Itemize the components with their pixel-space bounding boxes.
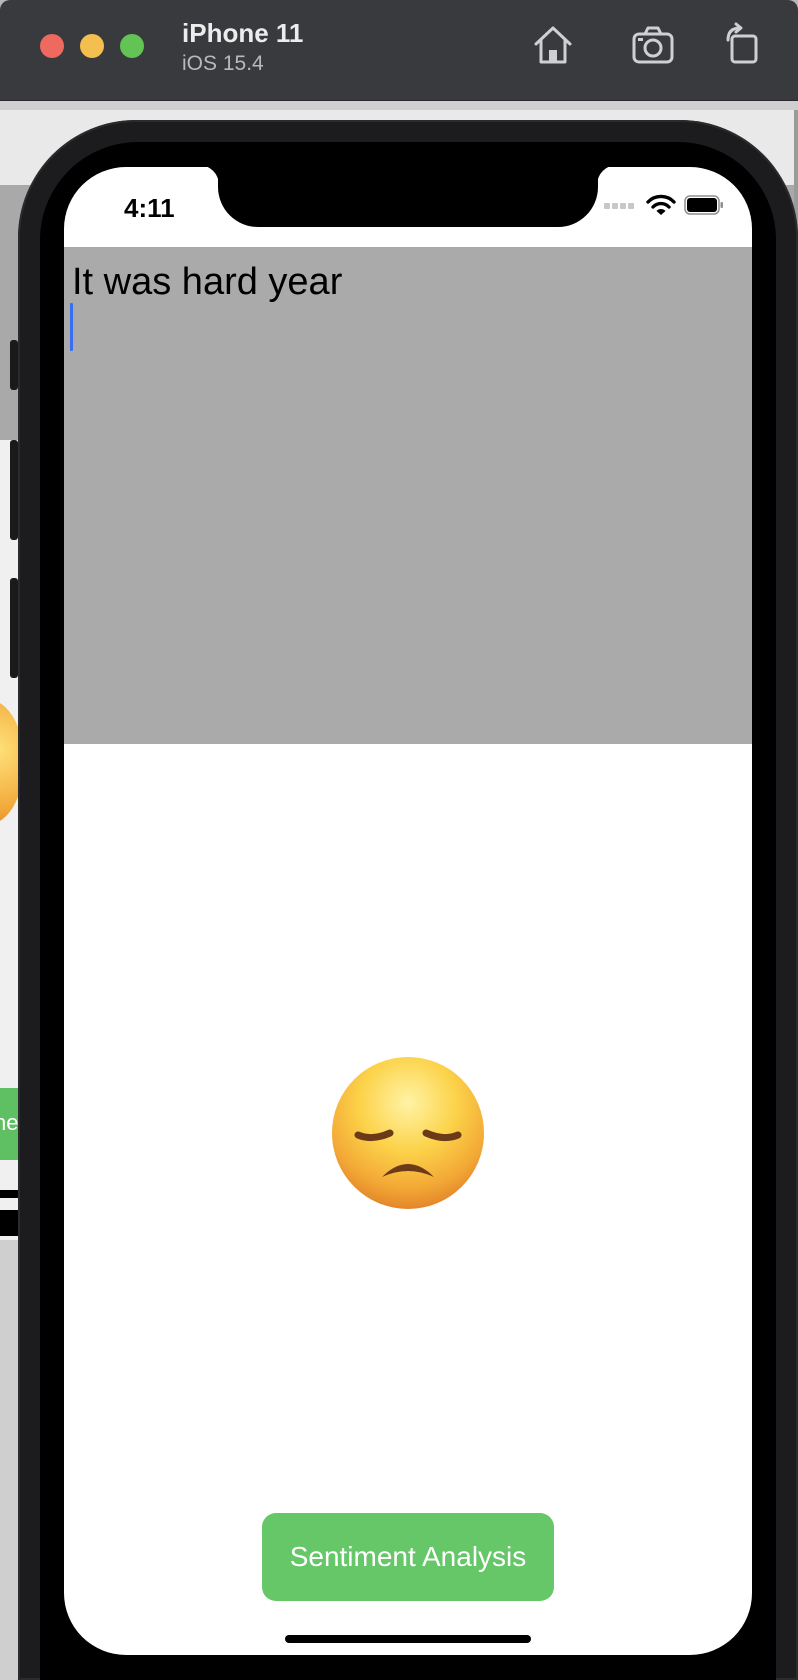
cellular-icon: [604, 203, 638, 209]
close-button[interactable]: [40, 34, 64, 58]
simulator-window: ne iPhone 11 iOS 15.4 4:11 It was hard y…: [0, 0, 798, 1680]
mute-switch[interactable]: [10, 340, 18, 390]
battery-icon: [684, 195, 723, 215]
volume-down-button[interactable]: [10, 578, 18, 678]
status-time: 4:11: [124, 193, 175, 223]
status-icons: [604, 193, 724, 219]
sentiment-text-input[interactable]: It was hard year: [64, 247, 752, 744]
input-text: It was hard year: [72, 261, 343, 303]
os-version: iOS 15.4: [182, 52, 264, 75]
notch-corner: [597, 167, 617, 185]
home-indicator[interactable]: [285, 1635, 531, 1643]
minimize-button[interactable]: [80, 34, 104, 58]
volume-up-button[interactable]: [10, 440, 18, 540]
text-cursor: [70, 303, 73, 351]
wifi-icon: [646, 194, 676, 215]
notch-corner: [199, 167, 219, 185]
disappointed-face-icon: [332, 1057, 484, 1209]
rotate-icon[interactable]: [720, 22, 766, 68]
background-button-label: ne: [0, 1110, 19, 1135]
home-icon[interactable]: [530, 22, 576, 68]
screenshot-icon[interactable]: [630, 22, 676, 68]
sentiment-analysis-button[interactable]: Sentiment Analysis: [262, 1513, 554, 1601]
zoom-button[interactable]: [120, 34, 144, 58]
simulator-titlebar: iPhone 11 iOS 15.4: [0, 0, 798, 101]
phone-screen: 4:11 It was hard year Sentiment Analysis: [64, 167, 752, 1655]
device-name: iPhone 11: [182, 18, 304, 48]
notch: [218, 167, 598, 227]
